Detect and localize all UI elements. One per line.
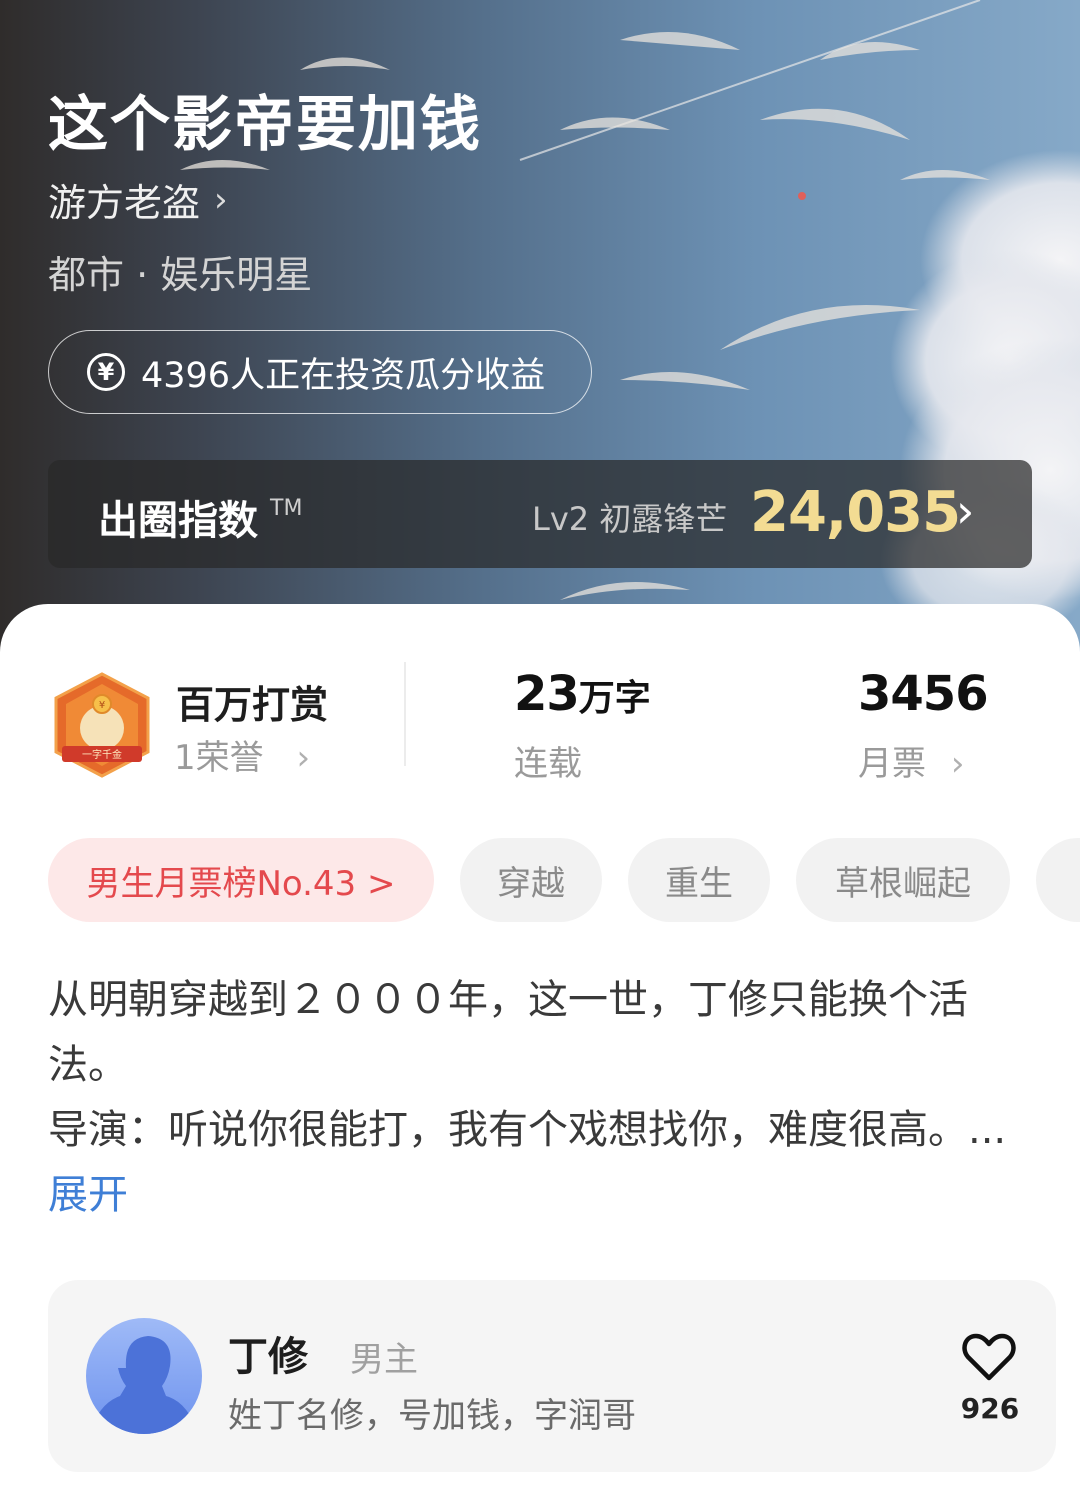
reward-badge-icon[interactable]: ¥ 一字千金 [50,670,154,780]
synopsis-paragraph: 从明朝穿越到２０００年，这一世，丁修只能换个活法。 [48,977,968,1088]
badge-ribbon-text: 一字千金 [82,748,122,761]
popularity-index-bar[interactable]: 出圈指数 TM Lv2 初露锋芒 24,035 › [48,460,1032,568]
book-info-card: ¥ 一字千金 百万打赏 1荣誉 › 23万字 连载 3456 月票 › 男生月票… [0,604,1080,1491]
author-link[interactable]: 游方老盗 › [48,172,228,227]
honor-link[interactable]: 1荣誉 › [174,730,310,779]
reward-title: 百万打赏 [176,683,329,727]
serial-status: 连载 [514,744,582,784]
chevron-right-icon: › [956,484,975,538]
word-count: 23万字 [514,666,651,722]
yen-circle-icon: ¥ [87,353,125,391]
genre-label: 都市 · 娱乐明星 [48,253,313,297]
index-label: 出圈指数 [98,498,258,544]
monthly-votes-count: 3456 [858,666,989,722]
index-level: Lv2 初露锋芒 [532,500,728,538]
tag-item[interactable]: 穿越 [460,838,602,922]
synopsis-text: 导演：听说你很能打，我有个戏想找你，难度很高。... [48,1107,1007,1153]
hero-header: 这个影帝要加钱 游方老盗 › 都市 · 娱乐明星 ¥ 4396人正在投资瓜分收益… [0,0,1080,660]
synopsis-paragraph-truncated: 导演：听说你很能打，我有个戏想找你，难度很高。... 展开 [48,1098,1008,1228]
expand-link[interactable]: 展开 [48,1172,128,1218]
index-value: 24,035 [750,480,961,545]
character-role: 男主 [350,1340,418,1380]
monthly-votes-link[interactable]: 月票 › [858,736,964,785]
svg-text:¥: ¥ [99,700,105,711]
invest-button[interactable]: ¥ 4396人正在投资瓜分收益 [48,330,592,414]
tag-item[interactable]: 重生 [628,838,770,922]
tag-item[interactable] [1036,838,1080,922]
author-name: 游方老盗 [48,181,201,225]
honor-count: 1荣誉 [174,738,264,778]
synopsis: 从明朝穿越到２０００年，这一世，丁修只能换个活法。 导演：听说你很能打，我有个戏… [48,968,1008,1228]
character-name: 丁修 [228,1334,308,1380]
chevron-right-icon: › [296,738,311,778]
heart-icon[interactable] [962,1332,1016,1382]
character-avatar [86,1318,202,1434]
book-title: 这个影帝要加钱 [48,90,482,160]
character-description: 姓丁名修，号加钱，字润哥 [228,1396,636,1436]
trademark-mark: TM [270,496,303,521]
character-card[interactable]: 丁修 男主 姓丁名修，号加钱，字润哥 926 [48,1280,1056,1472]
monthly-votes-label: 月票 [858,744,926,784]
chevron-right-icon: › [950,744,965,784]
stats-divider [404,662,406,766]
tag-list: 男生月票榜No.43 > 穿越 重生 草根崛起 [48,838,1080,922]
like-count: 926 [960,1392,1020,1425]
invest-text: 4396人正在投资瓜分收益 [141,355,546,396]
chevron-right-icon: › [214,179,228,220]
tag-rank-monthly[interactable]: 男生月票榜No.43 > [48,838,434,922]
tag-item[interactable]: 草根崛起 [796,838,1010,922]
word-count-unit: 万字 [578,678,651,719]
word-count-number: 23 [514,666,580,722]
